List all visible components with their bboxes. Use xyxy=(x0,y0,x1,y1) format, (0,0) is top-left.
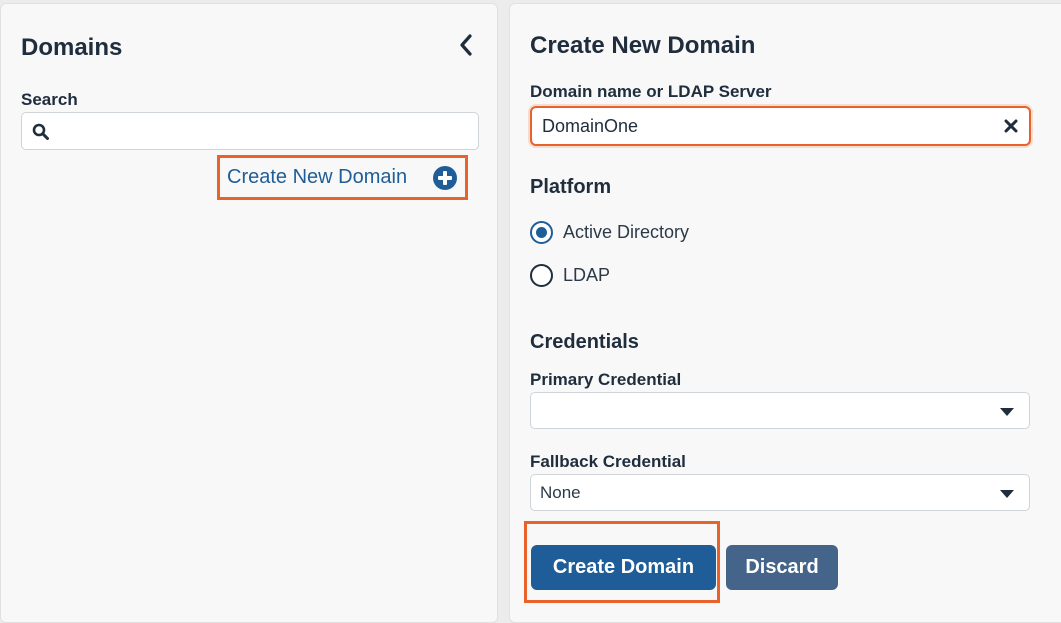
platform-option-ldap[interactable]: LDAP xyxy=(530,264,610,287)
chevron-left-icon xyxy=(460,34,472,56)
search-input[interactable] xyxy=(58,113,468,149)
create-domain-form: Create New Domain Domain name or LDAP Se… xyxy=(509,3,1061,623)
radio-ldap[interactable] xyxy=(530,264,553,287)
create-new-domain-link[interactable]: Create New Domain xyxy=(217,155,468,200)
domain-name-field[interactable] xyxy=(530,106,1031,146)
plus-circle-icon xyxy=(433,166,457,190)
primary-credential-select[interactable] xyxy=(530,392,1030,429)
radio-label: LDAP xyxy=(563,265,611,285)
primary-credential-label: Primary Credential xyxy=(530,370,682,389)
platform-heading: Platform xyxy=(530,176,612,198)
fallback-credential-label: Fallback Credential xyxy=(530,452,686,471)
form-title: Create New Domain xyxy=(530,32,756,59)
create-domain-button[interactable]: Create Domain xyxy=(531,545,716,590)
fallback-credential-value: None xyxy=(540,483,581,502)
credentials-heading: Credentials xyxy=(530,331,639,353)
create-new-domain-label: Create New Domain xyxy=(227,166,408,188)
platform-option-active-directory[interactable]: Active Directory xyxy=(530,221,689,244)
radio-active-directory[interactable] xyxy=(530,221,553,244)
radio-label: Active Directory xyxy=(563,222,690,242)
discard-button[interactable]: Discard xyxy=(726,545,838,590)
domain-name-input[interactable] xyxy=(542,108,992,144)
collapse-panel-button[interactable] xyxy=(455,32,477,58)
caret-down-icon xyxy=(1000,408,1014,416)
search-box[interactable] xyxy=(21,112,479,150)
domain-name-label: Domain name or LDAP Server xyxy=(530,82,772,101)
domains-panel: Domains Search Create New Domain xyxy=(0,3,498,623)
panel-title: Domains xyxy=(21,34,123,61)
clear-icon[interactable] xyxy=(1003,118,1019,134)
search-icon xyxy=(32,123,49,140)
fallback-credential-select[interactable]: None xyxy=(530,474,1030,511)
caret-down-icon xyxy=(1000,490,1014,498)
search-label: Search xyxy=(21,90,78,109)
